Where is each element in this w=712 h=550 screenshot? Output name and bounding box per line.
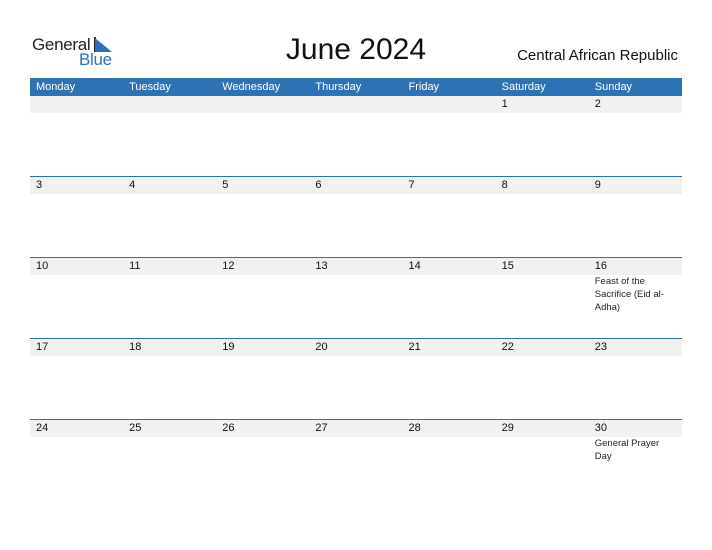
day-cell [309,96,402,113]
day-cell: 28 [403,420,496,463]
day-cell [403,96,496,113]
weekday-thursday: Thursday [315,81,362,93]
weekday-wednesday: Wednesday [222,81,281,93]
day-number: 18 [129,341,142,353]
day-number: 28 [408,422,421,434]
day-number: 4 [129,179,136,191]
day-cell: 15 [496,258,589,314]
day-number: 26 [222,422,235,434]
day-cell: 13 [309,258,402,314]
day-cell: 10 [30,258,123,314]
day-cell: 21 [403,339,496,356]
weekday-header: Monday Tuesday Wednesday Thursday Friday Satu… [30,78,682,96]
day-number: 14 [408,260,421,272]
weekday-saturday: Saturday [501,81,546,93]
country-name: Central African Republic [517,47,678,64]
day-cell: 4 [123,177,216,194]
day-number [315,96,402,113]
day-number: 12 [222,260,235,272]
day-number: 27 [315,422,328,434]
day-cell: 14 [403,258,496,314]
day-number: 16 [594,260,607,272]
day-number: 23 [594,341,607,353]
weekday-sunday: Sunday [594,81,633,93]
day-cell [123,96,216,113]
day-cell: 17 [30,339,123,356]
day-cell: 22 [496,339,589,356]
day-number [222,96,309,113]
day-cell: 1 [496,96,589,113]
day-number: 20 [315,341,328,353]
day-cell: 27 [309,420,402,463]
day-number: 24 [36,422,49,434]
day-cell: 7 [403,177,496,194]
day-number: 7 [408,179,415,191]
day-cell: 24 [30,420,123,463]
day-cell: 2 [589,96,682,113]
weekday-monday: Monday [36,81,76,93]
weekday-friday: Friday [408,81,440,93]
week-row: 10 11 12 13 14 15 16 Feast of the Sacrifice (Ei… [30,257,682,339]
day-number: 30 [594,422,607,434]
day-number: 1 [501,98,508,110]
day-number: 29 [501,422,514,434]
day-cell: 5 [216,177,309,194]
day-cell: 3 [30,177,123,194]
day-number: 6 [315,179,322,191]
day-number: 10 [36,260,49,272]
week-row: 12 [30,96,682,177]
day-number [409,96,496,113]
day-number [129,96,216,113]
day-cell [216,96,309,113]
day-number: 21 [408,341,421,353]
day-number: 11 [129,260,141,272]
day-cell [30,96,123,113]
day-number: 25 [129,422,142,434]
day-cell: 29 [496,420,589,463]
day-number: 19 [222,341,235,353]
week-row: 24 25 26 27 28 29 30 General Prayer Day [30,419,682,501]
day-cell: 16 Feast of the Sacrifice (Eid al-Adha) [589,258,682,314]
day-number [36,96,123,113]
day-number: 2 [594,98,601,110]
holiday-label: General Prayer Day [594,438,660,462]
day-number: 9 [594,179,601,191]
day-cell: 18 [123,339,216,356]
day-number: 5 [222,179,229,191]
day-cell: 19 [216,339,309,356]
weekday-tuesday: Tuesday [129,81,171,93]
day-number: 17 [36,341,49,353]
day-cell: 20 [309,339,402,356]
day-number: 22 [501,341,514,353]
day-cell: 11 [123,258,216,314]
day-number: 15 [501,260,514,272]
day-number: 3 [36,179,43,191]
day-cell: 12 [216,258,309,314]
holiday-label: Feast of the Sacrifice (Eid al-Adha) [594,276,664,313]
week-row: 3 4 5 6 7 8 9 [30,176,682,258]
day-cell: 9 [589,177,682,194]
day-cell: 26 [216,420,309,463]
day-cell: 8 [496,177,589,194]
day-cell: 23 [589,339,682,356]
day-number: 8 [501,179,508,191]
day-cell: 30 General Prayer Day [589,420,682,463]
day-cell: 25 [123,420,216,463]
day-number: 13 [315,260,328,272]
day-cell: 6 [309,177,402,194]
week-row: 17 18 19 20 21 22 23 [30,338,682,420]
